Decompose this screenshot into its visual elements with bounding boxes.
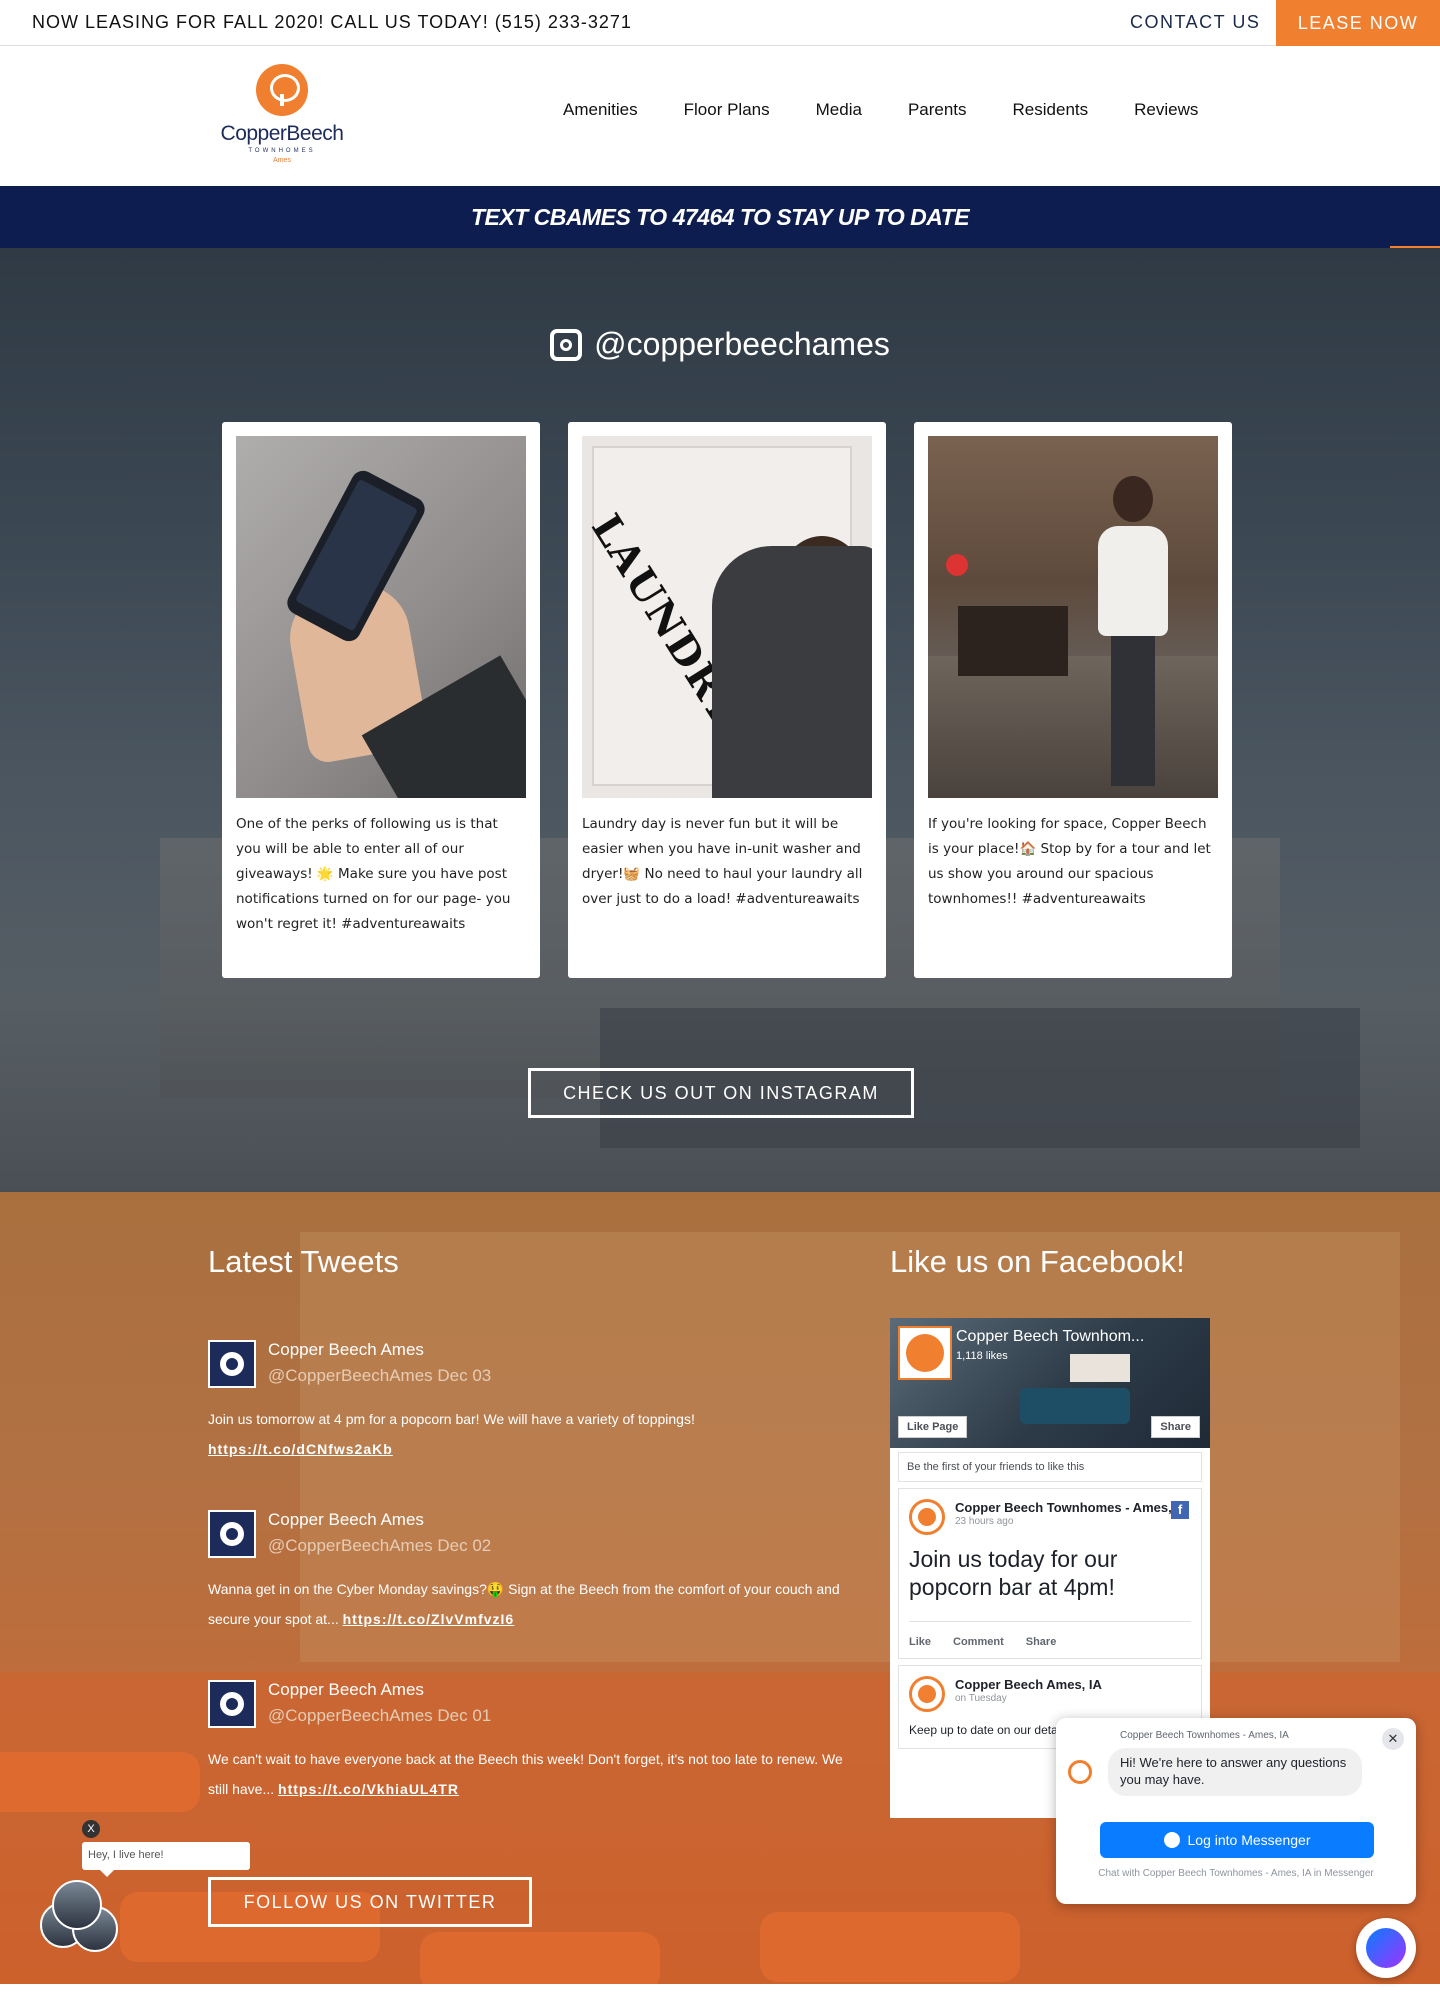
- twitter-avatar[interactable]: [208, 1340, 256, 1388]
- tweet-link[interactable]: https://t.co/dCNfws2aKb: [208, 1441, 393, 1457]
- facebook-friends-note: Be the first of your friends to like thi…: [898, 1452, 1202, 1482]
- instagram-post-card[interactable]: LAUNDRY Laundry day is never fun but it …: [568, 422, 886, 978]
- close-icon[interactable]: ✕: [1382, 1728, 1404, 1750]
- instagram-post-card[interactable]: If you're looking for space, Copper Beec…: [914, 422, 1232, 978]
- instagram-section: @copperbeechames One of the perks of fol…: [0, 248, 1440, 1192]
- facebook-post-time[interactable]: on Tuesday: [955, 1693, 1191, 1704]
- facebook-post-avatar[interactable]: [909, 1499, 945, 1535]
- instagram-cta-button[interactable]: CHECK US OUT ON INSTAGRAM: [528, 1068, 914, 1118]
- tree-logo-icon: [256, 64, 308, 116]
- facebook-post-time[interactable]: 23 hours ago: [955, 1516, 1191, 1527]
- tweet-text: Wanna get in on the Cyber Monday savings…: [208, 1581, 840, 1627]
- leasing-announcement: NOW LEASING FOR FALL 2020! CALL US TODAY…: [32, 12, 632, 32]
- instagram-post-caption: If you're looking for space, Copper Beec…: [928, 816, 1211, 907]
- site-header: CopperBeech TOWNHOMES Ames Amenities Flo…: [0, 46, 1440, 186]
- facebook-like-count: 1,118 likes: [956, 1350, 1008, 1362]
- facebook-like-page-button[interactable]: Like Page: [898, 1416, 968, 1438]
- facebook-post-actions: Like Comment Share: [909, 1621, 1191, 1648]
- background-lounge-chair: [420, 1932, 660, 1984]
- facebook-share-action[interactable]: Share: [1026, 1636, 1057, 1648]
- twitter-cta-button[interactable]: FOLLOW US ON TWITTER: [208, 1877, 532, 1927]
- tweet-author-name[interactable]: Copper Beech Ames: [268, 1340, 424, 1360]
- twitter-avatar[interactable]: [208, 1680, 256, 1728]
- instagram-handle-text: @copperbeechames: [594, 326, 890, 362]
- chat-widget-greeting[interactable]: Hey, I live here!: [82, 1842, 250, 1877]
- nav-item-amenities[interactable]: Amenities: [563, 100, 638, 120]
- facebook-share-button[interactable]: Share: [1151, 1416, 1200, 1438]
- contact-us-link[interactable]: CONTACT US: [1130, 12, 1260, 33]
- messenger-icon: [1366, 1928, 1406, 1968]
- facebook-post-author[interactable]: Copper Beech Ames, IA: [955, 1676, 1191, 1693]
- messenger-greeting: Hi! We're here to answer any questions y…: [1108, 1748, 1362, 1796]
- instagram-post-caption: One of the perks of following us is that…: [236, 816, 511, 932]
- facebook-cover-photo[interactable]: Copper Beech Townhom... 1,118 likes Like…: [890, 1318, 1210, 1448]
- messenger-page-title: Copper Beech Townhomes - Ames, IA: [1120, 1730, 1289, 1741]
- tweet-handle-date: @CopperBeechAmes Dec 03: [268, 1366, 492, 1385]
- instagram-post-photo: [928, 436, 1218, 798]
- text-alert-banner: TEXT CBAMES TO 47464 TO STAY UP TO DATE: [0, 186, 1440, 248]
- facebook-post-avatar[interactable]: [909, 1676, 945, 1712]
- facebook-post-text: Join us today for our popcorn bar at 4pm…: [909, 1546, 1118, 1600]
- top-bar: NOW LEASING FOR FALL 2020! CALL US TODAY…: [0, 0, 1440, 46]
- tweet-text: Join us tomorrow at 4 pm for a popcorn b…: [208, 1411, 695, 1457]
- messenger-launcher-button[interactable]: [1356, 1918, 1416, 1978]
- lease-now-button[interactable]: LEASE NOW: [1276, 0, 1440, 46]
- background-lounge-chair: [0, 1752, 200, 1812]
- instagram-post-photo: LAUNDRY: [582, 436, 872, 798]
- instagram-icon: [550, 328, 583, 361]
- facebook-section-title: Like us on Facebook!: [890, 1244, 1185, 1279]
- logo-city: Ames: [273, 157, 291, 164]
- facebook-post-author[interactable]: Copper Beech Townhomes - Ames, IA: [955, 1499, 1191, 1516]
- facebook-comment-action[interactable]: Comment: [953, 1636, 1004, 1648]
- chat-widget-close-button[interactable]: X: [82, 1820, 100, 1838]
- main-nav: Amenities Floor Plans Media Parents Resi…: [540, 100, 1221, 120]
- tweet-author-name[interactable]: Copper Beech Ames: [268, 1510, 424, 1530]
- tweet-handle-date: @CopperBeechAmes Dec 02: [268, 1536, 492, 1555]
- tweet-author-name[interactable]: Copper Beech Ames: [268, 1680, 424, 1700]
- facebook-like-action[interactable]: Like: [909, 1636, 931, 1648]
- messenger-login-button[interactable]: Log into Messenger: [1100, 1822, 1374, 1858]
- logo-name: CopperBeech: [220, 122, 344, 145]
- nav-item-residents[interactable]: Residents: [1013, 100, 1089, 120]
- tweet-handle-date: @CopperBeechAmes Dec 01: [268, 1706, 492, 1725]
- twitter-avatar[interactable]: [208, 1510, 256, 1558]
- nav-item-parents[interactable]: Parents: [908, 100, 967, 120]
- nav-item-reviews[interactable]: Reviews: [1134, 100, 1198, 120]
- messenger-footer-note: Chat with Copper Beech Townhomes - Ames,…: [1098, 1868, 1374, 1879]
- latest-tweets-title: Latest Tweets: [208, 1244, 399, 1279]
- facebook-logo-icon: f: [1171, 1501, 1189, 1519]
- instagram-post-card[interactable]: One of the perks of following us is that…: [222, 422, 540, 978]
- tweet-text: We can't wait to have everyone back at t…: [208, 1751, 843, 1797]
- facebook-page-name[interactable]: Copper Beech Townhom...: [956, 1328, 1144, 1346]
- facebook-page-avatar[interactable]: [898, 1326, 952, 1380]
- instagram-post-caption: Laundry day is never fun but it will be …: [582, 816, 863, 907]
- instagram-post-photo: [236, 436, 526, 798]
- logo-subtitle: TOWNHOMES: [248, 148, 316, 154]
- resident-avatar[interactable]: [52, 1880, 102, 1930]
- nav-item-media[interactable]: Media: [816, 100, 862, 120]
- site-logo[interactable]: CopperBeech TOWNHOMES Ames: [212, 64, 352, 174]
- facebook-post: f Copper Beech Townhomes - Ames, IA 23 h…: [898, 1488, 1202, 1659]
- nav-item-floor-plans[interactable]: Floor Plans: [684, 100, 770, 120]
- tweet-link[interactable]: https://t.co/ZlvVmfvzI6: [343, 1611, 515, 1627]
- tweet-link[interactable]: https://t.co/VkhiaUL4TR: [278, 1781, 459, 1797]
- messenger-icon: [1163, 1832, 1180, 1848]
- messenger-avatar: [1068, 1760, 1092, 1784]
- instagram-handle[interactable]: @copperbeechames: [0, 326, 1440, 363]
- background-lounge-chair: [760, 1912, 1020, 1982]
- messenger-chat-popup: Copper Beech Townhomes - Ames, IA ✕ Hi! …: [1056, 1718, 1416, 1904]
- messenger-login-label: Log into Messenger: [1187, 1832, 1311, 1848]
